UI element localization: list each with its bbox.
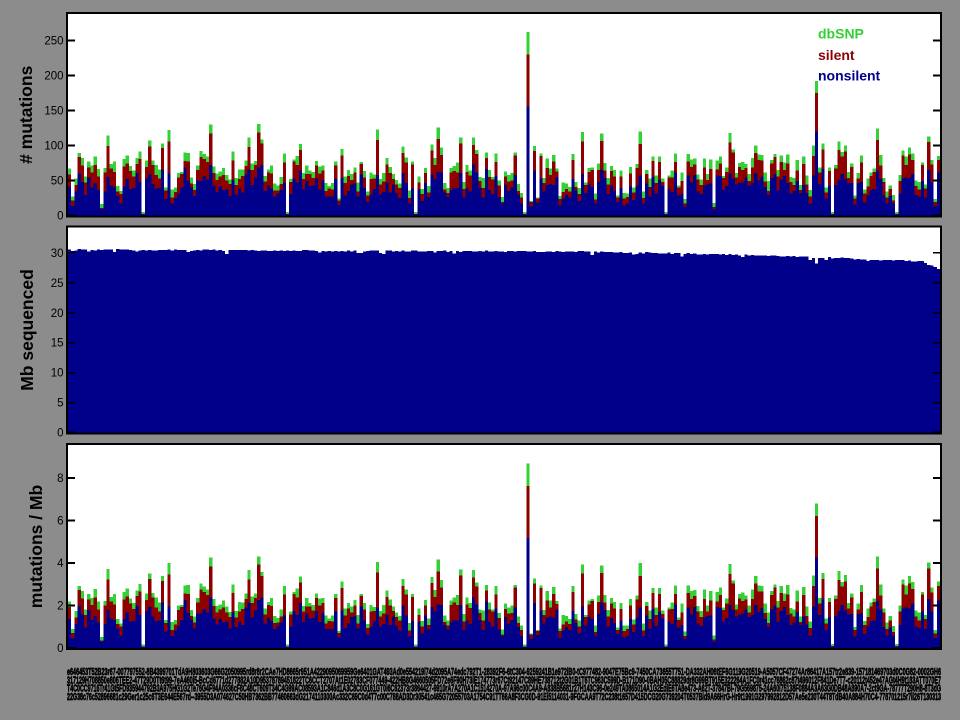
svg-text:# mutations: # mutations bbox=[16, 65, 36, 163]
svg-text:250: 250 bbox=[44, 36, 63, 48]
svg-text:Mb sequenced: Mb sequenced bbox=[17, 269, 37, 391]
svg-text:10: 10 bbox=[51, 368, 64, 380]
svg-text:150: 150 bbox=[44, 106, 63, 118]
svg-text:mutations / Mb: mutations / Mb bbox=[26, 485, 46, 608]
svg-text:30: 30 bbox=[51, 248, 64, 260]
svg-text:nonsilent: nonsilent bbox=[818, 68, 881, 84]
svg-text:6: 6 bbox=[57, 516, 63, 528]
svg-text:0: 0 bbox=[57, 643, 63, 655]
svg-text:25: 25 bbox=[51, 278, 64, 290]
svg-text:20: 20 bbox=[51, 308, 64, 320]
svg-text:15: 15 bbox=[51, 338, 64, 350]
svg-text:0: 0 bbox=[57, 211, 63, 223]
svg-text:dbSNP: dbSNP bbox=[818, 26, 864, 42]
svg-text:50: 50 bbox=[51, 176, 64, 188]
svg-text:100: 100 bbox=[44, 141, 63, 153]
svg-text:4: 4 bbox=[57, 558, 64, 570]
svg-text:2: 2 bbox=[57, 601, 63, 613]
svg-text:200: 200 bbox=[44, 71, 63, 83]
svg-text:8: 8 bbox=[57, 473, 63, 485]
svg-text:5: 5 bbox=[57, 398, 63, 410]
svg-text:0: 0 bbox=[57, 428, 63, 440]
svg-text:22G38c76c52896681c29Ger1c25c6T: 22G38c76c52896681c29Ger1c25c6T3E644E567r… bbox=[67, 691, 941, 703]
svg-text:silent: silent bbox=[818, 47, 855, 63]
